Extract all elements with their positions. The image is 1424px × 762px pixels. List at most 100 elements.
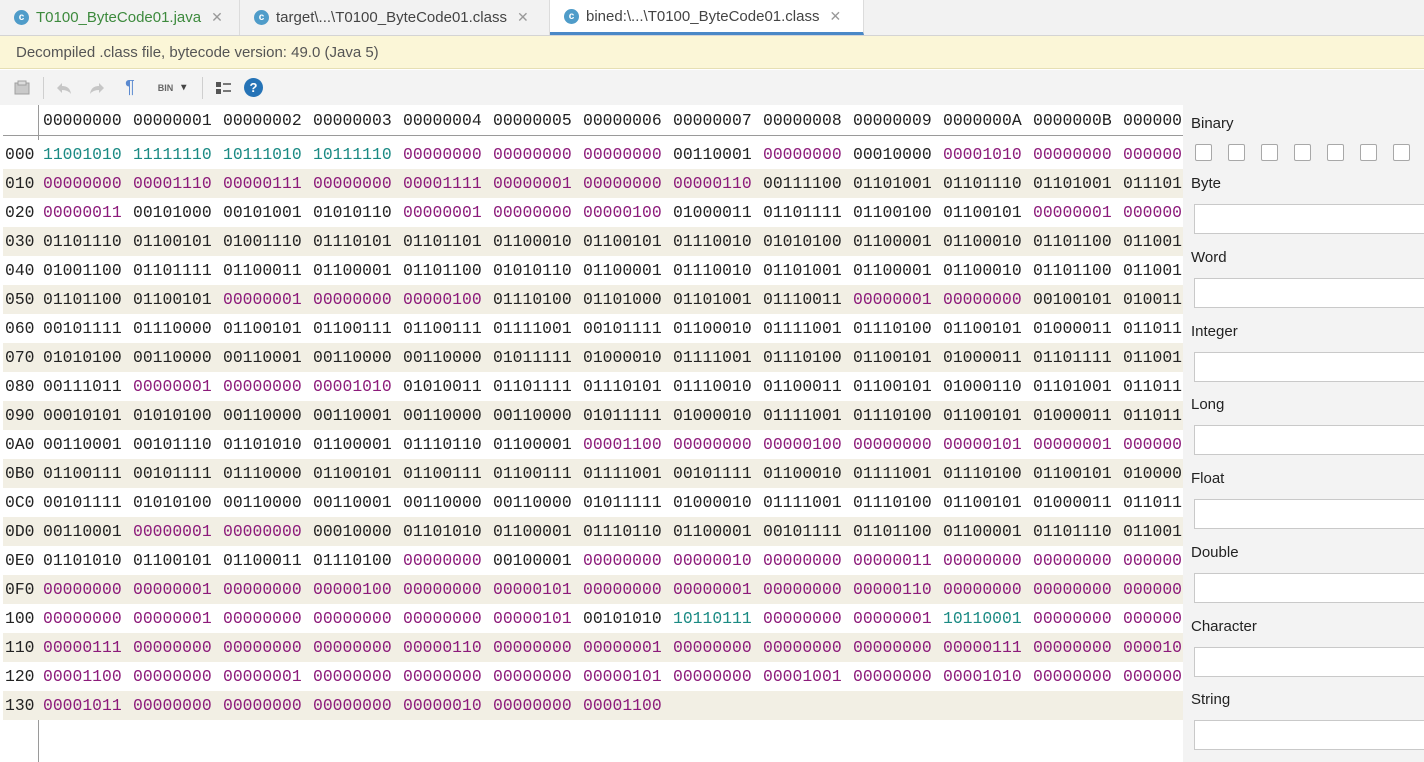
- byte-cell[interactable]: 01100111: [43, 464, 122, 483]
- byte-cell[interactable]: 00000000: [313, 667, 392, 686]
- byte-cell[interactable]: 11001010: [43, 145, 122, 164]
- byte-cell[interactable]: 00010000: [313, 522, 392, 541]
- byte-cell[interactable]: 00000101: [493, 580, 572, 599]
- byte-cell[interactable]: 00000011: [853, 551, 932, 570]
- close-icon[interactable]: ✕: [211, 9, 223, 26]
- byte-cell[interactable]: 01100101: [853, 348, 932, 367]
- byte-cell[interactable]: 00000001: [493, 174, 572, 193]
- byte-cell[interactable]: 011011: [1123, 377, 1182, 396]
- byte-cell[interactable]: 00000011: [43, 203, 122, 222]
- byte-cell[interactable]: 00110001: [313, 493, 392, 512]
- byte-cell[interactable]: 01111001: [673, 348, 752, 367]
- byte-cell[interactable]: 00110000: [133, 348, 212, 367]
- byte-cell[interactable]: 01110100: [763, 348, 842, 367]
- byte-cell[interactable]: 00000000: [583, 551, 662, 570]
- byte-cell[interactable]: 01011111: [493, 348, 572, 367]
- byte-cell[interactable]: 00000010: [403, 696, 482, 715]
- byte-cell[interactable]: 00000000: [403, 551, 482, 570]
- byte-cell[interactable]: 01101010: [403, 522, 482, 541]
- byte-cell[interactable]: 00000000: [1033, 145, 1112, 164]
- byte-cell[interactable]: 00000000: [133, 638, 212, 657]
- byte-cell[interactable]: 011001: [1123, 522, 1182, 541]
- byte-cell[interactable]: 000000: [1123, 609, 1182, 628]
- byte-cell[interactable]: 01000011: [1033, 319, 1112, 338]
- byte-cell[interactable]: 01100001: [493, 522, 572, 541]
- byte-cell[interactable]: 01000110: [943, 377, 1022, 396]
- byte-cell[interactable]: 00000000: [1033, 609, 1112, 628]
- byte-cell[interactable]: 00101111: [673, 464, 752, 483]
- byte-cell[interactable]: 00000000: [43, 174, 122, 193]
- byte-cell[interactable]: 01101111: [493, 377, 572, 396]
- byte-cell[interactable]: 01101001: [1033, 174, 1112, 193]
- show-unprintables-icon[interactable]: ¶: [118, 76, 142, 100]
- byte-cell[interactable]: 00110000: [493, 406, 572, 425]
- byte-cell[interactable]: 00000000: [223, 580, 302, 599]
- byte-cell[interactable]: 01100100: [853, 203, 932, 222]
- binary-editor[interactable]: 00000000 00000001 00000002 00000003 00000004…: [3, 105, 1183, 762]
- byte-cell[interactable]: 00000101: [943, 435, 1022, 454]
- byte-cell[interactable]: 00000000: [493, 696, 572, 715]
- close-icon[interactable]: ✕: [517, 9, 529, 26]
- byte-cell[interactable]: 00110000: [403, 348, 482, 367]
- byte-cell[interactable]: 00000000: [223, 696, 302, 715]
- byte-cell[interactable]: 00000110: [403, 638, 482, 657]
- long-field[interactable]: [1194, 425, 1424, 455]
- byte-cell[interactable]: 01010100: [133, 406, 212, 425]
- byte-cell[interactable]: 00101111: [43, 319, 122, 338]
- byte-cell[interactable]: 00000000: [943, 551, 1022, 570]
- byte-cell[interactable]: 01100010: [943, 261, 1022, 280]
- byte-cell[interactable]: 00110001: [313, 406, 392, 425]
- byte-cell[interactable]: 00001011: [43, 696, 122, 715]
- byte-cell[interactable]: 01101111: [763, 203, 842, 222]
- byte-cell[interactable]: 01110110: [583, 522, 662, 541]
- byte-cell[interactable]: 00000101: [493, 609, 572, 628]
- byte-cell[interactable]: 00000000: [223, 638, 302, 657]
- byte-cell[interactable]: 000000: [1123, 145, 1182, 164]
- byte-cell[interactable]: 00111011: [43, 377, 122, 396]
- byte-cell[interactable]: 000000: [1123, 203, 1182, 222]
- byte-cell[interactable]: 00000001: [1033, 203, 1112, 222]
- byte-cell[interactable]: 01010100: [43, 348, 122, 367]
- byte-cell[interactable]: 00000001: [133, 377, 212, 396]
- byte-cell[interactable]: 01100011: [763, 377, 842, 396]
- byte-cell[interactable]: 00000111: [223, 174, 302, 193]
- string-field[interactable]: [1194, 720, 1424, 750]
- byte-cell[interactable]: 00101111: [763, 522, 842, 541]
- byte-cell[interactable]: 01100001: [583, 261, 662, 280]
- byte-cell[interactable]: 01111001: [493, 319, 572, 338]
- byte-cell[interactable]: 00000000: [493, 667, 572, 686]
- byte-cell[interactable]: 00000000: [763, 551, 842, 570]
- byte-cell[interactable]: 01100011: [223, 551, 302, 570]
- byte-cell[interactable]: 00001010: [313, 377, 392, 396]
- byte-cell[interactable]: 01010100: [763, 232, 842, 251]
- byte-cell[interactable]: 00000000: [403, 580, 482, 599]
- byte-cell[interactable]: 00110000: [403, 406, 482, 425]
- byte-cell[interactable]: 01010110: [493, 261, 572, 280]
- byte-cell[interactable]: 01001110: [223, 232, 302, 251]
- byte-cell[interactable]: 01100001: [853, 232, 932, 251]
- byte-cell[interactable]: 01110110: [403, 435, 482, 454]
- byte-cell[interactable]: 01110000: [133, 319, 212, 338]
- byte-cell[interactable]: 01100001: [313, 261, 392, 280]
- byte-cell[interactable]: 00000110: [673, 174, 752, 193]
- byte-cell[interactable]: 00000000: [853, 435, 932, 454]
- byte-cell[interactable]: 01101100: [403, 261, 482, 280]
- byte-cell[interactable]: 00000000: [763, 145, 842, 164]
- byte-cell[interactable]: 011001: [1123, 348, 1182, 367]
- byte-cell[interactable]: 00000000: [673, 667, 752, 686]
- byte-cell[interactable]: 01100001: [943, 522, 1022, 541]
- byte-cell[interactable]: 01111001: [763, 406, 842, 425]
- byte-cell[interactable]: 011011: [1123, 406, 1182, 425]
- byte-cell[interactable]: 01110101: [583, 377, 662, 396]
- byte-cell[interactable]: 00001010: [943, 667, 1022, 686]
- byte-cell[interactable]: 00000000: [133, 667, 212, 686]
- byte-cell[interactable]: 01101100: [1033, 261, 1112, 280]
- byte-cell[interactable]: 00110000: [223, 406, 302, 425]
- byte-cell[interactable]: 00000000: [403, 667, 482, 686]
- byte-cell[interactable]: 00000000: [493, 638, 572, 657]
- byte-cell[interactable]: 00000000: [43, 580, 122, 599]
- byte-cell[interactable]: 01010100: [133, 493, 212, 512]
- byte-cell[interactable]: 00000001: [223, 290, 302, 309]
- byte-cell[interactable]: 00110000: [313, 348, 392, 367]
- byte-cell[interactable]: 00000001: [673, 580, 752, 599]
